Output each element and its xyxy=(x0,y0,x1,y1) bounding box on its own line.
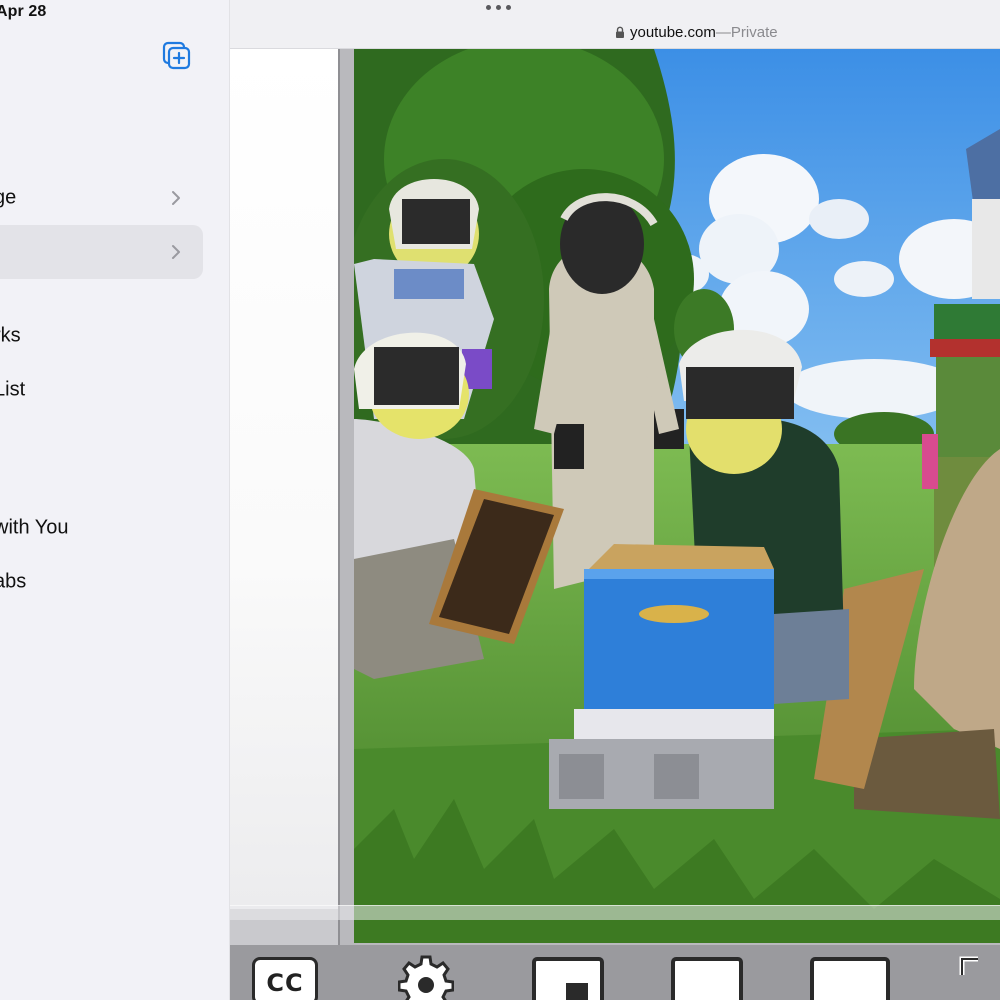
sidebar-item-shared-with-you[interactable]: with You xyxy=(0,501,203,555)
sidebar-item-bookmarks[interactable]: rks xyxy=(0,309,203,363)
browser-main: youtube.com — Private CC xyxy=(230,0,1000,1000)
theater-mode-button[interactable] xyxy=(671,957,743,1000)
gear-icon xyxy=(397,955,455,1000)
expand-corners-icon xyxy=(959,956,978,975)
expand-button[interactable] xyxy=(958,955,1000,1000)
sidebar-item-label: with You xyxy=(0,516,69,539)
private-mode-label: Private xyxy=(730,24,778,41)
settings-button[interactable] xyxy=(397,953,455,1000)
sidebar-item-reading-list[interactable]: List xyxy=(0,363,203,417)
closed-captions-label: CC xyxy=(266,969,304,997)
status-date-text: Apr 28 xyxy=(0,3,47,20)
sidebar-item-start-page[interactable]: ge xyxy=(0,171,203,225)
miniplayer-button[interactable] xyxy=(532,957,604,1000)
video-frame-image xyxy=(354,49,1000,943)
closed-captions-button[interactable]: CC xyxy=(252,957,318,1000)
url-domain: youtube.com xyxy=(630,24,716,41)
page-background xyxy=(230,49,338,909)
lock-icon xyxy=(616,26,624,38)
sidebar-item-icloud-tabs[interactable]: abs xyxy=(0,555,203,609)
video-player[interactable] xyxy=(354,49,1000,943)
sidebar-item-label: rks xyxy=(0,324,21,347)
safari-sidebar: Apr 28 ge rks List xyxy=(0,0,230,1000)
miniplayer-icon xyxy=(566,983,588,1000)
square-on-square-plus-icon xyxy=(162,41,191,70)
url-separator: — xyxy=(715,24,731,41)
fullscreen-button[interactable] xyxy=(810,957,890,1000)
sidebar-item-label: List xyxy=(0,378,26,401)
ipad-screen: Apr 28 ge rks List xyxy=(0,0,1000,1000)
sidebar-item-selected[interactable] xyxy=(0,225,203,279)
sidebar-item-label: abs xyxy=(0,570,27,593)
ellipsis-icon[interactable] xyxy=(486,5,511,10)
player-controls: CC xyxy=(230,945,1000,1000)
video-progress-bar[interactable] xyxy=(230,905,1000,920)
chevron-right-icon xyxy=(172,245,180,259)
address-bar[interactable]: youtube.com — Private xyxy=(615,24,778,41)
browser-toolbar: youtube.com — Private xyxy=(230,0,1000,49)
status-date: Apr 28 xyxy=(0,3,46,21)
chevron-right-icon xyxy=(172,191,180,205)
sidebar-item-label: ge xyxy=(0,186,17,209)
new-tab-group-button[interactable] xyxy=(162,41,192,71)
